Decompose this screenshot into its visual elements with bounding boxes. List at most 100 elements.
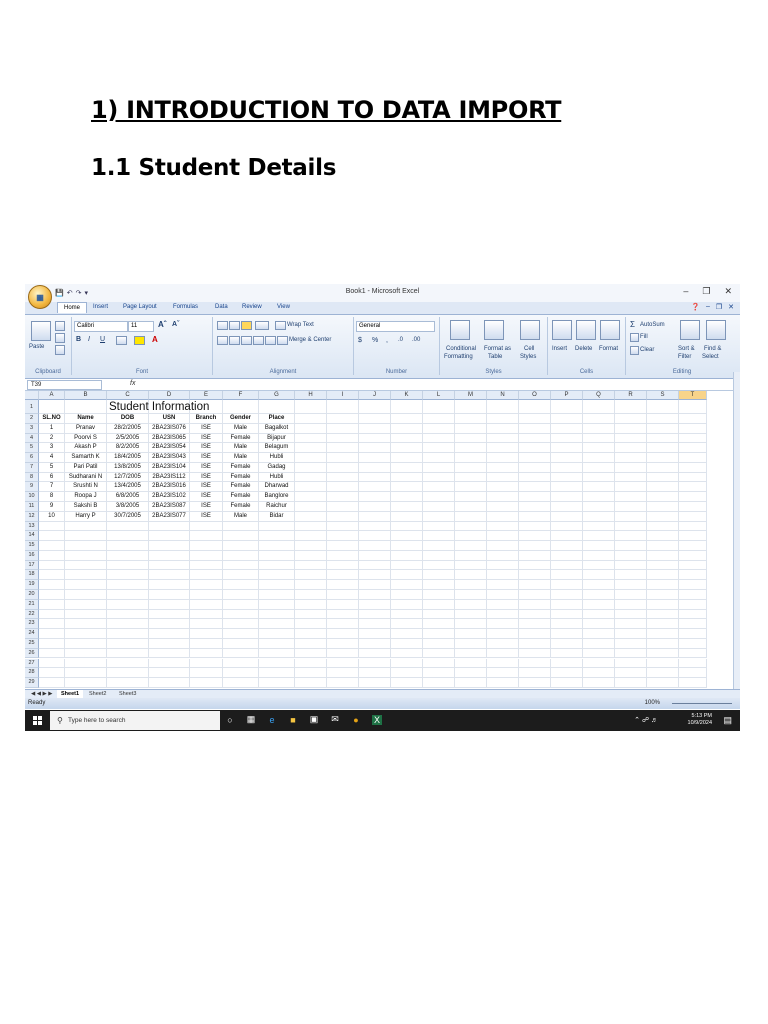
cell[interactable] <box>327 414 359 424</box>
format-as-table-icon[interactable] <box>484 320 504 340</box>
cell[interactable] <box>190 560 223 571</box>
cell[interactable] <box>583 531 615 542</box>
cell[interactable] <box>679 619 707 630</box>
table-data-cell[interactable]: ISE <box>190 462 223 473</box>
cell[interactable] <box>295 521 327 532</box>
align-center-icon[interactable] <box>229 336 240 345</box>
cell[interactable] <box>359 453 391 463</box>
cell[interactable] <box>551 521 583 532</box>
cell[interactable] <box>65 678 107 688</box>
cell[interactable] <box>359 648 391 659</box>
wrap-text-button[interactable]: Wrap Text <box>287 322 314 328</box>
cell[interactable] <box>391 531 423 542</box>
cell[interactable] <box>647 531 679 542</box>
cell[interactable] <box>391 482 423 493</box>
cell[interactable] <box>551 629 583 639</box>
cell[interactable] <box>65 550 107 561</box>
table-data-cell[interactable]: ISE <box>190 502 223 512</box>
column-header[interactable]: F <box>223 391 259 400</box>
cell[interactable] <box>107 580 149 591</box>
table-data-cell[interactable]: 2/5/2005 <box>107 433 149 444</box>
cell[interactable] <box>647 599 679 610</box>
cell[interactable] <box>615 550 647 561</box>
cell[interactable] <box>391 678 423 688</box>
cell[interactable] <box>107 629 149 639</box>
cell[interactable] <box>65 668 107 679</box>
table-data-cell[interactable]: 5 <box>39 462 65 473</box>
cell[interactable] <box>423 590 455 600</box>
cell[interactable] <box>455 511 487 522</box>
cell[interactable] <box>359 472 391 483</box>
find-select-icon[interactable] <box>706 320 726 340</box>
cell[interactable] <box>259 599 295 610</box>
font-name-select[interactable]: Calibri <box>74 321 128 332</box>
cell[interactable] <box>65 400 107 414</box>
cell[interactable] <box>487 443 519 454</box>
cell[interactable] <box>190 678 223 688</box>
cell[interactable] <box>455 521 487 532</box>
cell[interactable] <box>327 580 359 591</box>
cell[interactable] <box>359 462 391 473</box>
align-right-icon[interactable] <box>241 336 252 345</box>
file-explorer-icon[interactable]: ■ <box>288 715 298 725</box>
cell[interactable] <box>423 599 455 610</box>
cell[interactable] <box>295 560 327 571</box>
row-header[interactable]: 28 <box>25 668 39 679</box>
cell[interactable] <box>647 511 679 522</box>
table-data-cell[interactable]: Male <box>223 453 259 463</box>
cell[interactable] <box>551 502 583 512</box>
cell[interactable] <box>391 648 423 659</box>
cell[interactable] <box>679 541 707 551</box>
cell[interactable] <box>519 580 551 591</box>
cell[interactable] <box>615 482 647 493</box>
cell[interactable] <box>455 414 487 424</box>
align-bottom-icon[interactable] <box>241 321 252 330</box>
cell[interactable] <box>327 511 359 522</box>
table-data-cell[interactable]: 2BA23IS043 <box>149 453 190 463</box>
table-header-cell[interactable]: SL.NO <box>39 414 65 424</box>
cell[interactable] <box>487 492 519 502</box>
help-icon[interactable]: ❓ <box>691 303 700 311</box>
cell[interactable] <box>223 560 259 571</box>
cell[interactable] <box>65 531 107 542</box>
decrease-decimal-icon[interactable]: .00 <box>412 337 420 343</box>
cell[interactable] <box>487 570 519 581</box>
cell[interactable] <box>39 619 65 630</box>
tab-view[interactable]: View <box>277 304 290 310</box>
cell[interactable] <box>391 638 423 649</box>
cell[interactable] <box>487 462 519 473</box>
cut-icon[interactable] <box>55 321 65 331</box>
table-data-cell[interactable]: 2BA23IS016 <box>149 482 190 493</box>
cell[interactable] <box>551 482 583 493</box>
cell[interactable] <box>487 541 519 551</box>
sheet-tab-3[interactable]: Sheet3 <box>115 690 140 698</box>
cell[interactable] <box>679 433 707 444</box>
cell[interactable] <box>295 511 327 522</box>
cell[interactable] <box>551 619 583 630</box>
cell[interactable] <box>423 453 455 463</box>
cell[interactable] <box>327 521 359 532</box>
cell[interactable] <box>359 482 391 493</box>
cell[interactable] <box>259 678 295 688</box>
row-header[interactable]: 9 <box>25 482 39 493</box>
cell[interactable] <box>679 521 707 532</box>
table-data-cell[interactable]: Female <box>223 462 259 473</box>
cell[interactable] <box>190 590 223 600</box>
cell[interactable] <box>149 609 190 620</box>
cell[interactable] <box>327 668 359 679</box>
cell[interactable] <box>327 472 359 483</box>
cell[interactable] <box>519 423 551 434</box>
row-header[interactable]: 3 <box>25 423 39 434</box>
table-label[interactable]: Table <box>488 354 502 360</box>
close-icon[interactable]: ✕ <box>724 286 732 297</box>
table-data-cell[interactable]: Female <box>223 472 259 483</box>
cell[interactable] <box>551 511 583 522</box>
cell[interactable] <box>647 668 679 679</box>
clear-button[interactable]: Clear <box>640 347 654 353</box>
cell[interactable] <box>519 609 551 620</box>
table-data-cell[interactable]: Sakshi B <box>65 502 107 512</box>
cell[interactable] <box>391 462 423 473</box>
cell[interactable] <box>615 658 647 669</box>
tab-insert[interactable]: Insert <box>93 304 108 310</box>
table-data-cell[interactable]: 2BA23IS077 <box>149 511 190 522</box>
